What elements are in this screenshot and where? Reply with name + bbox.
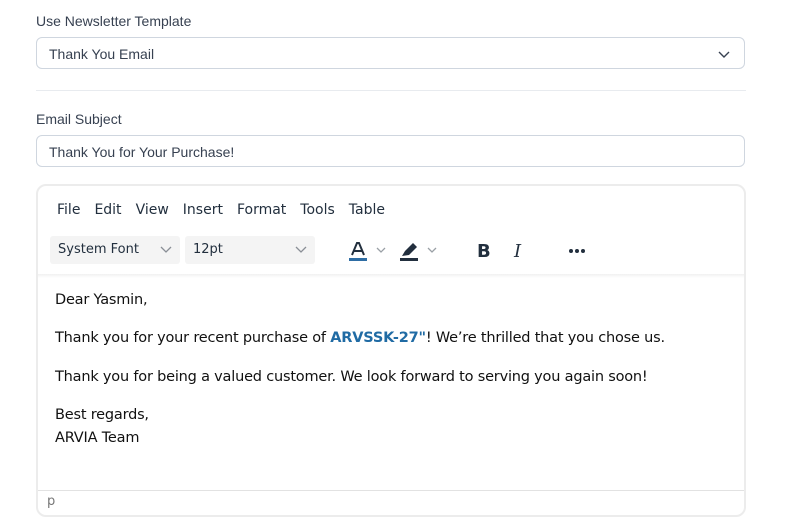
font-size-select[interactable]: 12pt xyxy=(185,236,315,264)
greeting-text: Dear Yasmin, xyxy=(55,292,148,308)
menu-tools[interactable]: Tools xyxy=(300,202,335,218)
menu-table[interactable]: Table xyxy=(349,202,385,218)
more-button[interactable] xyxy=(566,238,590,262)
menu-format[interactable]: Format xyxy=(237,202,286,218)
svg-text:B: B xyxy=(477,241,491,262)
menu-file[interactable]: File xyxy=(57,202,80,218)
more-icon xyxy=(569,249,585,253)
purchase-text: Thank you for your recent purchase of xyxy=(55,330,331,346)
purchase-paragraph: Thank you for your recent purchase of AR… xyxy=(55,328,725,348)
subject-input[interactable]: Thank You for Your Purchase! xyxy=(36,135,745,167)
highlight-color-icon xyxy=(400,243,437,261)
chevron-down-icon xyxy=(295,246,307,253)
font-family-select[interactable]: System Font xyxy=(50,236,180,264)
template-select[interactable]: Thank You Email xyxy=(36,37,745,69)
highlight-color-button[interactable] xyxy=(397,238,443,262)
menu-view[interactable]: View xyxy=(136,202,169,218)
purchase-text-end: ! We’re thrilled that you chose us. xyxy=(425,330,665,346)
font-size-value: 12pt xyxy=(193,242,223,257)
text-color-icon xyxy=(349,242,386,261)
product-code: ARVSSK-27" xyxy=(330,330,426,346)
subject-input-value: Thank You for Your Purchase! xyxy=(49,144,235,160)
element-path[interactable]: p xyxy=(47,494,55,509)
template-select-value: Thank You Email xyxy=(49,46,155,62)
bold-button[interactable]: B xyxy=(472,238,496,262)
section-divider xyxy=(36,90,746,91)
editor-statusbar: p xyxy=(38,490,744,515)
closing-text: Best regards, xyxy=(55,407,149,423)
bold-icon: B xyxy=(477,241,491,262)
editor-menubar: File Edit View Insert Format Tools Table xyxy=(57,202,399,218)
chevron-down-icon xyxy=(718,51,730,58)
svg-text:I: I xyxy=(513,241,522,262)
chevron-down-icon xyxy=(160,246,172,253)
italic-icon: I xyxy=(513,241,522,262)
text-color-button[interactable] xyxy=(346,238,392,262)
italic-button[interactable]: I xyxy=(508,238,532,262)
toolbar-divider xyxy=(38,274,744,278)
thanks-paragraph: Thank you for being a valued customer. W… xyxy=(55,369,648,385)
font-family-value: System Font xyxy=(58,242,139,257)
signature-text: ARVIA Team xyxy=(55,430,140,446)
editor-body[interactable]: Dear Yasmin, Thank you for your recent p… xyxy=(55,290,725,448)
template-label: Use Newsletter Template xyxy=(36,13,192,29)
menu-edit[interactable]: Edit xyxy=(94,202,121,218)
subject-label: Email Subject xyxy=(36,111,122,127)
rich-text-editor: File Edit View Insert Format Tools Table Syste… xyxy=(36,184,746,517)
menu-insert[interactable]: Insert xyxy=(183,202,223,218)
